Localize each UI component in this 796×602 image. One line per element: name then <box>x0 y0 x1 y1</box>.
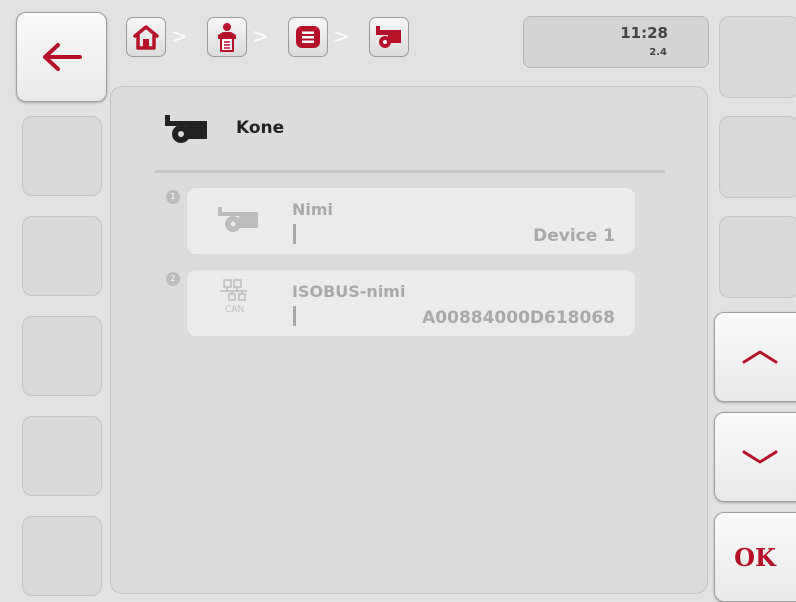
softkey-left-6 <box>22 516 102 596</box>
chevron-down-icon <box>715 413 796 501</box>
row-index: 1 <box>166 190 180 204</box>
ok-button[interactable]: OK <box>714 512 796 602</box>
ok-label: OK <box>734 542 776 572</box>
version-number: 2.4 <box>649 47 667 58</box>
row-index: 2 <box>166 272 180 286</box>
scroll-down-button[interactable] <box>714 412 796 502</box>
list-icon <box>296 26 320 48</box>
can-label: CAN <box>225 305 244 314</box>
breadcrumb-separator: > <box>333 24 350 48</box>
softkey-right-1 <box>719 16 796 98</box>
content-panel <box>110 86 708 594</box>
breadcrumb-home[interactable] <box>126 17 166 57</box>
can-network-icon: CAN <box>220 279 247 314</box>
softkey-left-3 <box>22 216 102 296</box>
clock-time: 11:28 <box>620 24 668 42</box>
breadcrumb-machine[interactable] <box>369 17 409 57</box>
field-value: A00884000D618068 <box>422 308 615 328</box>
machine-icon <box>376 26 401 48</box>
field-label: ISOBUS-nimi <box>292 282 406 301</box>
list-item-name[interactable]: Nimi Device 1 <box>186 187 636 255</box>
list-item-isobus-name[interactable]: CAN ISOBUS-nimi A00884000D618068 <box>186 269 636 337</box>
operator-icon <box>218 23 236 52</box>
status-clock: 11:28 2.4 <box>523 16 709 68</box>
text-cursor-bar <box>293 306 296 326</box>
machine-icon <box>218 207 258 232</box>
text-cursor-bar <box>293 224 296 244</box>
breadcrumb-operator[interactable] <box>207 17 247 57</box>
field-value: Device 1 <box>533 226 615 246</box>
back-button[interactable] <box>16 12 107 102</box>
softkey-left-5 <box>22 416 102 496</box>
softkey-right-2 <box>719 116 796 198</box>
softkey-left-4 <box>22 316 102 396</box>
scroll-up-button[interactable] <box>714 312 796 402</box>
title-divider <box>155 170 665 173</box>
chevron-up-icon <box>715 313 796 401</box>
machine-icon <box>165 115 207 143</box>
home-icon <box>133 25 159 50</box>
breadcrumb-separator: > <box>171 24 188 48</box>
page-title: Kone <box>236 118 285 138</box>
breadcrumb-separator: > <box>252 24 269 48</box>
field-label: Nimi <box>292 200 334 219</box>
softkey-right-3 <box>719 216 796 298</box>
back-arrow-icon <box>17 13 106 101</box>
breadcrumb-list[interactable] <box>288 17 328 57</box>
softkey-left-2 <box>22 116 102 196</box>
